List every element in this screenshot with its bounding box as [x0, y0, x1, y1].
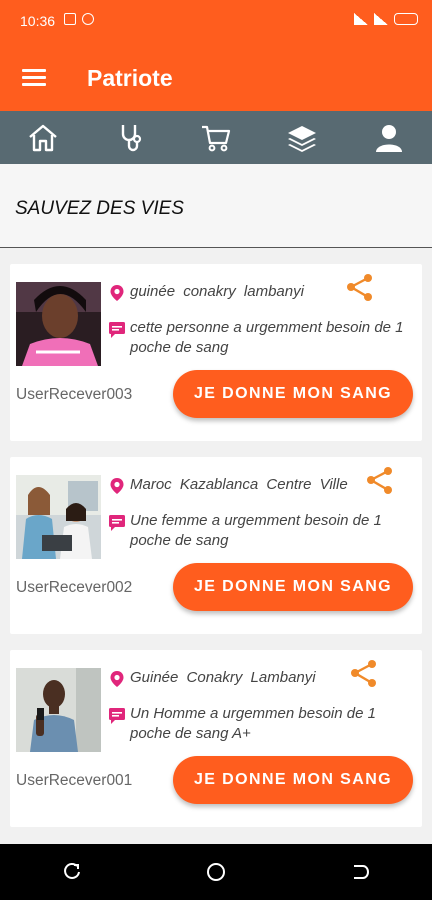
- location-row: guinée conakry lambanyi: [108, 282, 304, 302]
- tab-health[interactable]: [86, 111, 172, 164]
- location-pin-icon: [110, 671, 124, 687]
- message-row: Une femme a urgemment besoin de 1 poche …: [108, 511, 414, 551]
- home-circle-icon: [207, 863, 225, 881]
- location-text: Maroc Kazablanca Centre Ville: [130, 476, 348, 493]
- request-card: Guinée Conakry Lambanyi Un Homme a urgem…: [10, 650, 422, 827]
- share-icon[interactable]: [348, 658, 378, 688]
- app-bar: Patriote: [0, 44, 432, 111]
- location-pin-icon: [110, 285, 124, 301]
- message-row: cette personne a urgemment besoin de 1 p…: [108, 318, 414, 358]
- message-row: Un Homme a urgemmen besoin de 1 poche de…: [108, 704, 414, 744]
- status-bar: 10:36: [0, 0, 432, 44]
- target-icon: [82, 13, 94, 25]
- message-icon: [109, 515, 125, 531]
- location-pin-icon: [110, 478, 124, 494]
- share-icon[interactable]: [364, 465, 394, 495]
- back-button[interactable]: [340, 852, 380, 892]
- location-text: guinée conakry lambanyi: [130, 283, 304, 300]
- message-text: Une femme a urgemment besoin de 1 poche …: [130, 512, 382, 549]
- battery-icon: [394, 13, 418, 25]
- donate-button[interactable]: JE DONNE MON SANG: [173, 370, 413, 418]
- requester-photo: [16, 668, 101, 752]
- tab-layers[interactable]: [259, 111, 345, 164]
- tab-home[interactable]: [0, 111, 86, 164]
- location-row: Guinée Conakry Lambanyi: [108, 668, 316, 688]
- menu-icon[interactable]: [22, 69, 46, 87]
- share-icon[interactable]: [344, 272, 374, 302]
- requester-username: UserRecever003: [16, 386, 133, 403]
- requester-username: UserRecever001: [16, 772, 133, 789]
- signal-icon: [354, 13, 368, 25]
- status-time: 10:36: [20, 13, 56, 29]
- tab-bar: [0, 111, 432, 164]
- cart-icon: [202, 125, 231, 151]
- message-text: Un Homme a urgemmen besoin de 1 poche de…: [130, 705, 376, 742]
- recent-apps-button[interactable]: [52, 852, 92, 892]
- gallery-icon: [64, 13, 76, 25]
- message-icon: [109, 322, 125, 338]
- section-header: SAUVEZ DES VIES: [0, 164, 432, 248]
- status-system-icons: [354, 13, 418, 25]
- tab-shop[interactable]: [173, 111, 259, 164]
- tab-profile[interactable]: [346, 111, 432, 164]
- home-button[interactable]: [196, 852, 236, 892]
- requester-photo: [16, 475, 101, 559]
- requester-photo: [16, 282, 101, 366]
- layers-icon: [288, 125, 317, 152]
- location-text: Guinée Conakry Lambanyi: [130, 669, 316, 686]
- app-title: Patriote: [87, 65, 173, 91]
- status-notification-icons: [64, 13, 94, 25]
- donate-button[interactable]: JE DONNE MON SANG: [173, 563, 413, 611]
- recent-apps-icon: [64, 863, 80, 879]
- back-icon: [354, 865, 369, 879]
- donate-button[interactable]: JE DONNE MON SANG: [173, 756, 413, 804]
- message-icon: [109, 708, 125, 724]
- location-row: Maroc Kazablanca Centre Ville: [108, 475, 348, 495]
- request-card: guinée conakry lambanyi cette personne a…: [10, 264, 422, 441]
- request-card: Maroc Kazablanca Centre Ville Une femme …: [10, 457, 422, 634]
- message-text: cette personne a urgemment besoin de 1 p…: [130, 319, 404, 356]
- stethoscope-icon: [121, 124, 141, 151]
- system-nav-bar: [0, 844, 432, 900]
- home-icon: [29, 124, 57, 151]
- requester-username: UserRecever002: [16, 579, 133, 596]
- wifi-signal-icon: [374, 13, 388, 25]
- user-icon: [375, 124, 402, 152]
- section-title: SAUVEZ DES VIES: [15, 198, 184, 219]
